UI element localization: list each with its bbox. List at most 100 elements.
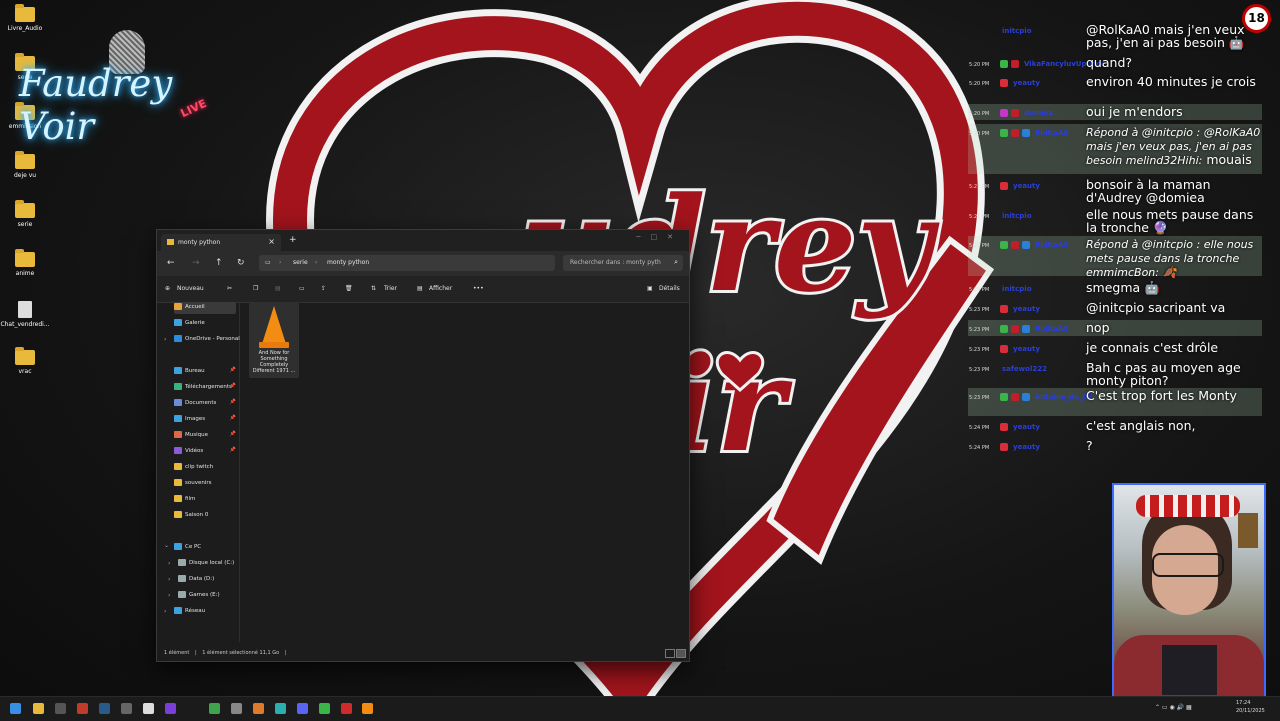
- desktop-icon-item[interactable]: Livre_Audio: [0, 4, 50, 32]
- desktop-icon-item[interactable]: vrac: [0, 347, 50, 375]
- chat-message[interactable]: 5:20 PM VikaFancyluvUpimer quand?: [968, 55, 1262, 71]
- chat-message[interactable]: 5:23 PM RolKaA0 nop: [968, 320, 1262, 336]
- details-button[interactable]: Détails: [659, 285, 680, 292]
- sidebar-item[interactable]: Galerie: [174, 318, 236, 330]
- sidebar-item[interactable]: Réseau: [174, 606, 236, 618]
- desktop-icon-item[interactable]: Chat_vendredi...: [0, 301, 50, 328]
- copy-icon[interactable]: ❐: [253, 285, 258, 292]
- chat-username[interactable]: yeauty: [1013, 345, 1040, 353]
- chat-message[interactable]: initcpio @RolKaA0 mais j'en veux pas, j'e…: [968, 22, 1262, 50]
- terminal-icon[interactable]: [55, 703, 66, 714]
- chat-username[interactable]: Antoine_du_69: [1035, 393, 1092, 401]
- chrome-icon[interactable]: [209, 703, 220, 714]
- expand-chevron-icon[interactable]: ›: [168, 576, 170, 583]
- chat-message[interactable]: 5:20 PM domiea oui je m'endors: [968, 104, 1262, 120]
- sidebar-item[interactable]: clip twitch: [174, 462, 236, 474]
- sidebar-item[interactable]: souvenirs: [174, 478, 236, 490]
- sidebar-item[interactable]: Accueil: [174, 302, 236, 314]
- chat-message[interactable]: 5:23 PM yeauty je connais c'est drôle: [968, 340, 1262, 356]
- breadcrumb-monty-python[interactable]: monty python: [327, 259, 369, 266]
- sidebar-item[interactable]: Saison 0: [174, 510, 236, 522]
- chat-username[interactable]: RolKaA0: [1035, 325, 1068, 333]
- chat-message[interactable]: 5:21 PM initcpio elle nous mets pause dans…: [968, 207, 1262, 235]
- sidebar-item[interactable]: Musique 📌: [174, 430, 236, 442]
- steam-icon[interactable]: [99, 703, 110, 714]
- more-options-button[interactable]: •••: [473, 285, 484, 292]
- chat-username[interactable]: yeauty: [1013, 423, 1040, 431]
- forward-arrow-icon[interactable]: →: [192, 258, 200, 268]
- windows-start-icon[interactable]: [10, 703, 21, 714]
- sidebar-item[interactable]: Bureau 📌: [174, 366, 236, 378]
- app-teal-icon[interactable]: [275, 703, 286, 714]
- close-tab-icon[interactable]: ×: [268, 237, 275, 246]
- tiles-view-button[interactable]: [676, 649, 686, 658]
- delete-icon[interactable]: 🗑: [345, 285, 353, 292]
- sidebar-item[interactable]: Ce PC: [174, 542, 236, 554]
- app-orange-icon[interactable]: [253, 703, 264, 714]
- expand-chevron-icon[interactable]: ›: [168, 592, 170, 599]
- back-arrow-icon[interactable]: ←: [167, 258, 175, 268]
- file-item[interactable]: And Now for Something Completely Differe…: [249, 302, 299, 378]
- chat-username[interactable]: RolKaA0: [1035, 129, 1068, 137]
- sidebar-item[interactable]: Vidéos 📌: [174, 446, 236, 458]
- sidebar-item[interactable]: Data (D:): [178, 574, 240, 586]
- file-explorer-icon[interactable]: [33, 703, 44, 714]
- breadcrumb[interactable]: ▭ › serie › monty python: [259, 255, 555, 271]
- view-button[interactable]: Afficher: [429, 285, 452, 292]
- clock-date[interactable]: 20/11/2025: [1236, 708, 1265, 714]
- chat-message[interactable]: 5:21 PM yeauty bonsoir à la maman d'Audrey…: [968, 177, 1262, 205]
- chat-username[interactable]: domiea: [1024, 109, 1053, 117]
- chat-username[interactable]: initcpio: [1002, 27, 1032, 35]
- cut-icon[interactable]: ✂: [227, 285, 232, 292]
- desktop-icon-item[interactable]: anime: [0, 249, 50, 277]
- new-tab-button[interactable]: +: [289, 235, 297, 245]
- chat-message[interactable]: 5:23 PM initcpio smegma 🤖: [968, 280, 1262, 296]
- chat-username[interactable]: yeauty: [1013, 79, 1040, 87]
- chat-message[interactable]: 5:23 PM safewol222 Bah c pas au moyen age …: [968, 360, 1262, 387]
- new-button[interactable]: Nouveau: [177, 285, 204, 292]
- chat-message[interactable]: 5:23 PM Antoine_du_69 C'est trop fort les …: [968, 388, 1262, 416]
- chat-username[interactable]: initcpio: [1002, 285, 1032, 293]
- sort-button[interactable]: Trier: [384, 285, 397, 292]
- chat-message[interactable]: 5:24 PM yeauty c'est anglais non,: [968, 418, 1262, 434]
- sidebar-item[interactable]: OneDrive - Personal: [174, 334, 240, 346]
- settings-icon[interactable]: [231, 703, 242, 714]
- app-red-icon[interactable]: [77, 703, 88, 714]
- sidebar-item[interactable]: Games (E:): [178, 590, 240, 602]
- breadcrumb-serie[interactable]: serie: [293, 259, 308, 266]
- calculator-icon[interactable]: [121, 703, 132, 714]
- app-green-icon[interactable]: [319, 703, 330, 714]
- chat-message[interactable]: 5:23 PM yeauty @initcpio sacripant va: [968, 300, 1262, 316]
- details-view-button[interactable]: [665, 649, 675, 658]
- github-icon[interactable]: [143, 703, 154, 714]
- expand-chevron-icon[interactable]: ›: [164, 608, 166, 615]
- chat-message[interactable]: 5:24 PM yeauty?: [968, 438, 1262, 454]
- sidebar-item[interactable]: Documents 📌: [174, 398, 236, 410]
- obs-icon[interactable]: [165, 703, 176, 714]
- refresh-icon[interactable]: ↻: [237, 258, 245, 268]
- vlc-icon[interactable]: [362, 703, 373, 714]
- sidebar-item[interactable]: Disque local (C:): [178, 558, 240, 570]
- chat-username[interactable]: initcpio: [1002, 212, 1032, 220]
- explorer-tab[interactable]: monty python ×: [161, 234, 281, 251]
- search-input[interactable]: Rechercher dans : monty pyth ⌕: [563, 255, 683, 271]
- share-icon[interactable]: ⇪: [321, 285, 326, 292]
- app-red2-icon[interactable]: [341, 703, 352, 714]
- sidebar-item[interactable]: Téléchargements 📌: [174, 382, 236, 394]
- chat-username[interactable]: safewol222: [1002, 365, 1047, 373]
- clock-time[interactable]: 17:24: [1236, 700, 1250, 706]
- desktop-icon-item[interactable]: serie: [0, 200, 50, 228]
- expand-chevron-icon[interactable]: ⌄: [164, 542, 169, 549]
- chat-message[interactable]: 5:20 PM RolKaA0 Répond à @initcpio : @RolK…: [968, 124, 1262, 174]
- chat-username[interactable]: yeauty: [1013, 305, 1040, 313]
- sidebar-item[interactable]: Images 📌: [174, 414, 236, 426]
- chat-username[interactable]: RolKaA0: [1035, 241, 1068, 249]
- discord-icon[interactable]: [297, 703, 308, 714]
- tray-icons[interactable]: ⌃ ▭ ◉ 🔊 ▦: [1155, 704, 1192, 711]
- window-controls[interactable]: ─□✕: [636, 233, 683, 241]
- chat-username[interactable]: yeauty: [1013, 443, 1040, 451]
- expand-chevron-icon[interactable]: ›: [168, 560, 170, 567]
- up-arrow-icon[interactable]: ↑: [215, 258, 223, 268]
- desktop-icon-item[interactable]: deje vu: [0, 151, 50, 179]
- paste-icon[interactable]: ▤: [275, 285, 281, 292]
